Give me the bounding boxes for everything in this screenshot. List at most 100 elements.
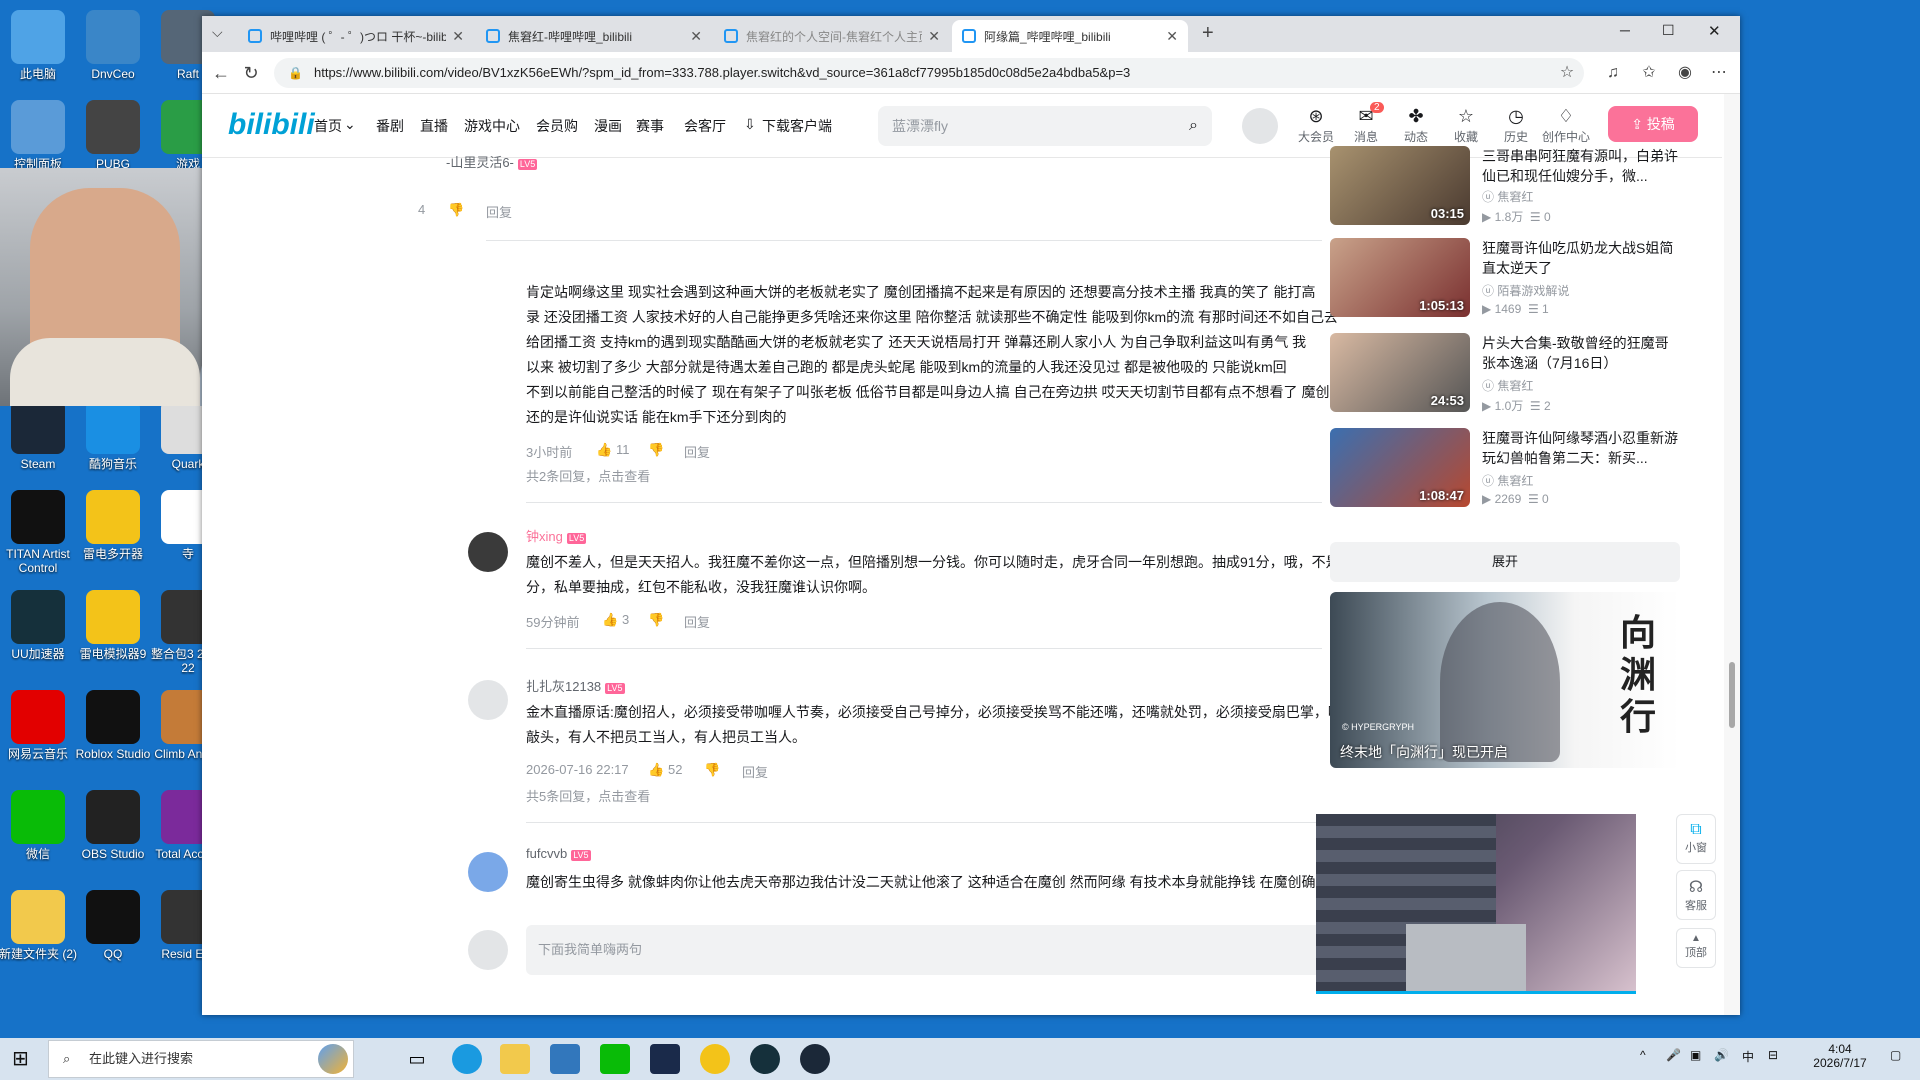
- profile-icon[interactable]: ◉: [1672, 60, 1698, 86]
- taskbar-search-input[interactable]: ⌕ 在此键入进行搜索: [48, 1040, 354, 1078]
- desktop-icon[interactable]: QQ: [73, 890, 153, 961]
- avatar[interactable]: [1242, 108, 1278, 144]
- dislike-icon[interactable]: 👎: [704, 762, 720, 778]
- mic-icon[interactable]: 🎤: [1666, 1048, 1681, 1062]
- like-icon[interactable]: 👍: [648, 762, 664, 778]
- reply-link[interactable]: 回复: [742, 762, 768, 781]
- more-menu-icon[interactable]: ⋯: [1706, 60, 1732, 86]
- app-icon[interactable]: [650, 1044, 680, 1074]
- sub-replies-link[interactable]: 共2条回复，点击查看: [526, 466, 650, 485]
- dislike-icon[interactable]: 👎: [648, 442, 664, 458]
- sub-replies-link[interactable]: 共5条回复，点击查看: [526, 786, 650, 805]
- close-icon[interactable]: ✕: [452, 28, 464, 45]
- desktop-icon[interactable]: 新建文件夹 (2): [0, 890, 78, 961]
- video-up[interactable]: ⓤ 陌暮游戏解说: [1482, 282, 1569, 299]
- video-up[interactable]: ⓤ 焦窘红: [1482, 472, 1533, 489]
- dislike-icon[interactable]: 👎: [648, 612, 664, 628]
- file-explorer-icon[interactable]: [500, 1044, 530, 1074]
- network-icon[interactable]: ▣: [1690, 1048, 1701, 1062]
- mini-video-player[interactable]: [1316, 814, 1636, 994]
- tab-1[interactable]: 哔哩哔哩 ( ゜- ゜)つロ 干杯~-bilibili ✕: [238, 20, 474, 52]
- desktop-icon[interactable]: DnvCeo: [73, 10, 153, 81]
- search-highlight-icon[interactable]: [318, 1044, 348, 1074]
- desktop-icon[interactable]: 网易云音乐: [0, 690, 78, 761]
- steam-icon[interactable]: [800, 1044, 830, 1074]
- avatar[interactable]: [468, 680, 508, 720]
- new-tab-icon[interactable]: +: [1202, 22, 1214, 45]
- windows-start-icon[interactable]: ⊞: [12, 1046, 29, 1071]
- notification-icon[interactable]: ▢: [1890, 1048, 1901, 1062]
- scrollbar-thumb[interactable]: [1729, 662, 1735, 728]
- clock[interactable]: 4:04 2026/7/17: [1800, 1042, 1880, 1070]
- close-icon[interactable]: ✕: [928, 28, 940, 45]
- volume-icon[interactable]: 🔊: [1714, 1048, 1729, 1062]
- desktop-icon[interactable]: 此电脑: [0, 10, 78, 81]
- tray-chevron-icon[interactable]: ^: [1640, 1048, 1646, 1062]
- tab-3[interactable]: 焦窘红的个人空间-焦窘红个人主页 ✕: [714, 20, 950, 52]
- minimize-icon[interactable]: ─: [1620, 22, 1630, 38]
- mini-window-button[interactable]: ⧉ 小窗: [1676, 814, 1716, 864]
- search-input[interactable]: 蓝漂漂fly ⌕: [878, 106, 1212, 146]
- refresh-icon[interactable]: ↻: [238, 60, 264, 86]
- emulator-icon[interactable]: [700, 1044, 730, 1074]
- desktop-icon[interactable]: 雷电多开器: [73, 490, 153, 561]
- video-up[interactable]: ⓤ 焦窘红: [1482, 377, 1533, 394]
- header-dynamics[interactable]: ✤ 动态: [1392, 104, 1440, 145]
- desktop-icon[interactable]: Roblox Studio: [73, 690, 153, 761]
- reply-link[interactable]: 回复: [486, 202, 512, 221]
- mail-icon[interactable]: [550, 1044, 580, 1074]
- desktop-icon[interactable]: 酷狗音乐: [73, 400, 153, 471]
- reply-link[interactable]: 回复: [684, 442, 710, 461]
- nav-mall[interactable]: 会员购: [536, 116, 578, 136]
- comment-user-name[interactable]: 扎扎灰12138 LV5: [526, 676, 625, 695]
- bilibili-logo[interactable]: bilibili: [228, 108, 315, 142]
- page-scrollbar[interactable]: [1724, 94, 1740, 1015]
- header-messages[interactable]: ✉ 消息 2: [1342, 102, 1390, 145]
- nav-game-center[interactable]: 游戏中心: [464, 116, 520, 136]
- video-thumbnail[interactable]: 03:15: [1330, 146, 1470, 225]
- progress-bar[interactable]: [1316, 991, 1636, 994]
- video-title[interactable]: 狂魔哥许仙阿缘琴酒小忍重新游玩幻兽帕鲁第二天：新买...: [1482, 428, 1682, 468]
- desktop-icon[interactable]: 微信: [0, 790, 78, 861]
- search-icon[interactable]: ⌕: [1189, 106, 1198, 146]
- wechat-icon[interactable]: [600, 1044, 630, 1074]
- nav-esports[interactable]: 赛事: [636, 116, 664, 136]
- avatar[interactable]: [468, 532, 508, 572]
- tab-list-icon[interactable]: ⌵: [212, 24, 223, 41]
- close-icon[interactable]: ✕: [690, 28, 702, 45]
- header-vip[interactable]: ⊛ 大会员: [1292, 104, 1340, 145]
- window-close-icon[interactable]: ✕: [1708, 22, 1721, 40]
- video-card[interactable]: 24:53 片头大合集-致敬曾经的狂魔哥张本逸涵（7月16日） ⓤ 焦窘红 ▶ …: [1330, 333, 1690, 423]
- avatar[interactable]: [468, 852, 508, 892]
- close-icon[interactable]: ✕: [1166, 28, 1178, 45]
- collections-icon[interactable]: ✩: [1636, 60, 1662, 86]
- header-creator-center[interactable]: ♢ 创作中心: [1542, 104, 1590, 145]
- tab-4-active[interactable]: 阿缘篇_哔哩哔哩_bilibili ✕: [952, 20, 1188, 52]
- nav-lounge[interactable]: 会客厅: [684, 116, 726, 136]
- like-icon[interactable]: 👍: [602, 612, 618, 628]
- video-title[interactable]: 三哥串串阿狂魔有源叫，白弟许仙已和现任仙嫂分手，微...: [1482, 146, 1682, 186]
- back-icon[interactable]: ←: [208, 60, 234, 86]
- video-title[interactable]: 狂魔哥许仙吃瓜奶龙大战S姐简直太逆天了: [1482, 238, 1682, 278]
- nav-live[interactable]: 直播: [420, 116, 448, 136]
- desktop-icon[interactable]: UU加速器: [0, 590, 78, 661]
- nav-manga[interactable]: 漫画: [594, 116, 622, 136]
- ime-indicator[interactable]: 中: [1742, 1048, 1754, 1065]
- desktop-icon[interactable]: TITAN Artist Control: [0, 490, 78, 575]
- media-icon[interactable]: ♫: [1600, 60, 1626, 86]
- desktop-icon[interactable]: Steam: [0, 400, 78, 471]
- header-history[interactable]: ◷ 历史: [1492, 104, 1540, 145]
- comment-user-name[interactable]: fufcvvb LV5: [526, 846, 591, 861]
- reply-link[interactable]: 回复: [684, 612, 710, 631]
- download-icon[interactable]: ⇩: [744, 116, 756, 133]
- back-to-top-button[interactable]: ▲ 顶部: [1676, 928, 1716, 968]
- nav-download-client[interactable]: 下载客户端: [762, 116, 832, 136]
- ad-banner[interactable]: 向渊行 © HYPERGRYPH 终末地「向渊行」现已开启: [1330, 592, 1680, 768]
- keyboard-icon[interactable]: ⊟: [1768, 1048, 1778, 1062]
- tab-2[interactable]: 焦窘红-哔哩哔哩_bilibili ✕: [476, 20, 712, 52]
- like-icon[interactable]: 👍: [596, 442, 612, 458]
- video-card[interactable]: 1:05:13 狂魔哥许仙吃瓜奶龙大战S姐简直太逆天了 ⓤ 陌暮游戏解说 ▶ 1…: [1330, 238, 1690, 328]
- video-card[interactable]: 03:15 三哥串串阿狂魔有源叫，白弟许仙已和现任仙嫂分手，微... ⓤ 焦窘红…: [1330, 146, 1690, 248]
- chevron-down-icon[interactable]: ⌄: [344, 116, 356, 133]
- video-title[interactable]: 片头大合集-致敬曾经的狂魔哥张本逸涵（7月16日）: [1482, 333, 1682, 373]
